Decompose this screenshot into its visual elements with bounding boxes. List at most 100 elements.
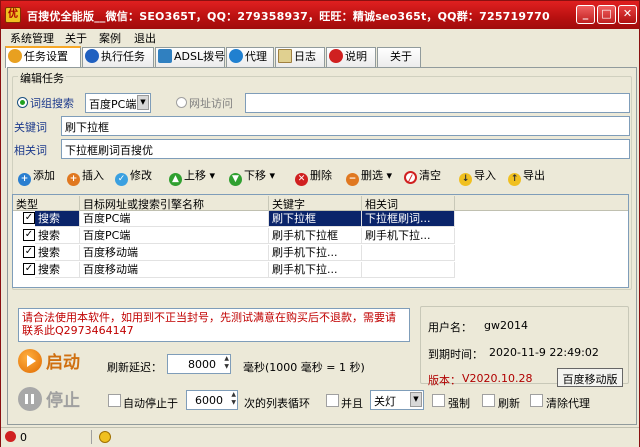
force-checkbox[interactable] [432, 394, 445, 407]
stop-button[interactable]: 停止 [18, 386, 80, 411]
arrow-up-icon: ▲ [169, 173, 182, 186]
chevron-down-icon: ▼ [137, 95, 149, 110]
tab-log[interactable]: 日志 [275, 47, 325, 67]
export-icon: ↑ [508, 173, 521, 186]
column-keyword[interactable]: 关键字 [269, 196, 362, 211]
tab-run-task[interactable]: 执行任务 [82, 47, 154, 67]
related-label: 相关词 [14, 144, 47, 157]
menu-system[interactable]: 系统管理 [10, 30, 54, 46]
auto-stop-checkbox[interactable] [108, 394, 121, 407]
auto-stop-unit: 次的列表循环 [244, 397, 310, 410]
version-value: V2020.10.28 [462, 372, 533, 385]
notepad-icon [278, 49, 292, 63]
app-logo-icon: 优 [5, 7, 21, 23]
force-label: 强制 [448, 397, 470, 410]
table-header: 类型 目标网址或搜索引擎名称 关键字 相关词 [13, 195, 628, 211]
delete-button[interactable]: ✕ 删除 [295, 167, 332, 186]
globe-icon [85, 49, 99, 63]
start-button[interactable]: 启动 [18, 348, 80, 373]
mode-button[interactable]: 百度移动版 [557, 368, 623, 387]
keyword-label: 关键词 [14, 121, 47, 134]
tab-help[interactable]: 说明 [326, 47, 376, 67]
expire-value: 2020-11-9 22:49:02 [489, 346, 599, 359]
column-related[interactable]: 相关词 [362, 196, 455, 211]
notice-text: 请合法使用本软件，如用到不正当封号，先测试满意在购买后不退款，需要请联系此Q29… [18, 308, 410, 342]
app-window: 优 百搜优全能版__微信：SEO365T，QQ：279358937，旺旺：精诚s… [0, 0, 640, 447]
delay-input[interactable]: 8000 [167, 354, 231, 374]
heart-icon [329, 49, 343, 63]
add-button[interactable]: + 添加 [18, 167, 55, 186]
parallel-label: 并且 [341, 397, 363, 410]
row-checkbox[interactable]: ✓ [23, 246, 35, 258]
row-checkbox[interactable]: ✓ [23, 212, 35, 224]
play-icon [18, 349, 42, 373]
row-checkbox[interactable]: ✓ [23, 263, 35, 275]
no-icon: / [404, 171, 417, 184]
auto-stop-input[interactable]: 6000 [186, 390, 238, 410]
status-icon [5, 431, 16, 442]
menu-bar: 系统管理 关于 案例 退出 [1, 29, 639, 45]
move-up-button[interactable]: ▲ 上移 ▾ [169, 167, 215, 186]
status-count: 0 [20, 431, 27, 444]
title-bar[interactable]: 优 百搜优全能版__微信：SEO365T，QQ：279358937，旺旺：精诚s… [1, 1, 639, 29]
modify-button[interactable]: ✓ 修改 [115, 167, 152, 186]
expire-label: 到期时间： [428, 348, 483, 361]
username-value: gw2014 [484, 319, 528, 332]
close-button[interactable]: ✕ [618, 5, 637, 24]
maximize-button[interactable]: □ [597, 5, 616, 24]
delay-unit: 毫秒(1000 毫秒 = 1 秒) [243, 361, 365, 374]
keyword-input[interactable]: 刷下拉框 [61, 116, 630, 136]
delete-icon: ✕ [295, 173, 308, 186]
row-checkbox[interactable]: ✓ [23, 229, 35, 241]
url-input[interactable] [245, 93, 630, 113]
menu-about[interactable]: 关于 [65, 30, 87, 46]
tab-about[interactable]: 关于 [377, 47, 421, 67]
export-button[interactable]: ↑ 导出 [508, 167, 545, 186]
menu-cases[interactable]: 案例 [99, 30, 121, 46]
clear-button[interactable]: / 清空 [404, 167, 441, 184]
network-icon [158, 49, 172, 63]
auto-stop-label: 自动停止于 [123, 397, 178, 410]
radio-word-search-label: 词组搜索 [30, 97, 74, 110]
window-title: 百搜优全能版__微信：SEO365T，QQ：279358937，旺旺：精诚seo… [27, 10, 550, 23]
parallel-select[interactable]: 关灯 ▼ [370, 390, 424, 410]
import-icon: ↓ [459, 173, 472, 186]
menu-exit[interactable]: 退出 [134, 30, 156, 46]
related-input[interactable]: 下拉框刷词百搜优 [61, 139, 630, 159]
refresh-checkbox[interactable] [482, 394, 495, 407]
gear-icon [8, 49, 22, 63]
tab-proxy[interactable]: 代理 [226, 47, 274, 67]
radio-url-visit[interactable] [176, 97, 187, 108]
version-label: 版本： [428, 374, 461, 387]
delay-label: 刷新延迟： [107, 361, 162, 374]
insert-icon: + [67, 173, 80, 186]
engine-select[interactable]: 百度PC端 ▼ [85, 93, 151, 113]
import-button[interactable]: ↓ 导入 [459, 167, 496, 186]
minus-icon: − [346, 173, 359, 186]
check-icon: ✓ [115, 173, 128, 186]
move-down-button[interactable]: ▼ 下移 ▾ [229, 167, 275, 186]
clear-proxy-checkbox[interactable] [530, 394, 543, 407]
column-type[interactable]: 类型 [13, 196, 80, 211]
refresh-label: 刷新 [498, 397, 520, 410]
status-bar: 0 [1, 427, 639, 447]
dedup-button[interactable]: − 删选 ▾ [346, 167, 392, 186]
task-table[interactable]: 类型 目标网址或搜索引擎名称 关键字 相关词 ✓ 搜索 百度PC端 刷下拉框 下… [12, 194, 629, 288]
username-label: 用户名： [428, 321, 472, 334]
pause-icon [18, 387, 42, 411]
task-toolbar: + 添加 + 插入 ✓ 修改 ▲ 上移 ▾ ▼ 下移 ▾ ✕ 删除 − 删选 ▾ / 清空 ↓ 导… [18, 167, 618, 186]
globe-icon [229, 49, 243, 63]
column-target[interactable]: 目标网址或搜索引擎名称 [80, 196, 269, 211]
user-status-icon [99, 431, 111, 443]
task-settings-panel: 编辑任务 词组搜索 百度PC端 ▼ 网址访问 关键词 刷下拉框 相关词 下拉框刷词… [7, 67, 637, 425]
parallel-checkbox[interactable] [326, 394, 339, 407]
tab-task-settings[interactable]: 任务设置 [5, 46, 81, 68]
radio-word-search[interactable] [17, 97, 28, 108]
edit-task-group-label: 编辑任务 [18, 70, 66, 86]
clear-proxy-label: 清除代理 [546, 397, 590, 410]
radio-url-visit-label: 网址访问 [189, 97, 233, 110]
minimize-button[interactable]: _ [576, 5, 595, 24]
tab-adsl[interactable]: ADSL拨号 [155, 47, 225, 67]
arrow-down-icon: ▼ [229, 173, 242, 186]
insert-button[interactable]: + 插入 [67, 167, 104, 186]
